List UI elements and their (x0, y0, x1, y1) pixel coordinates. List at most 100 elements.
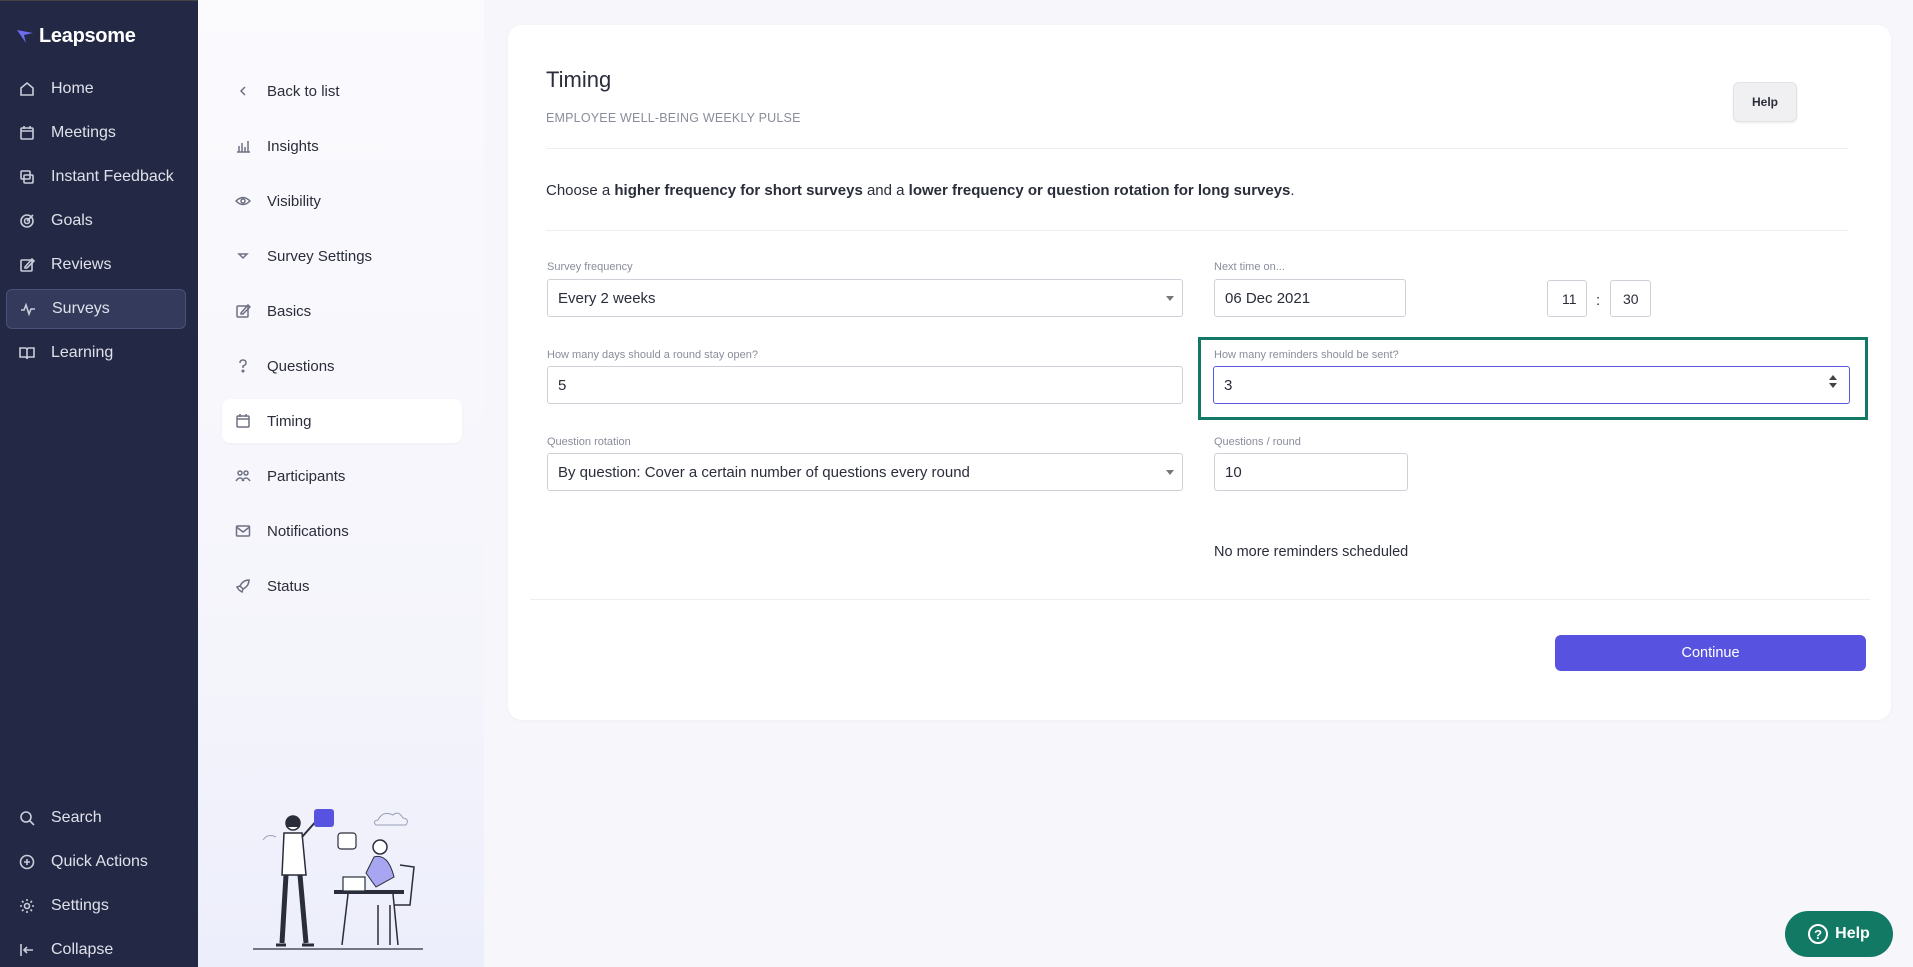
nav-item-label: Goals (51, 212, 93, 229)
nav-item-label: Meetings (51, 124, 116, 141)
next-date-input[interactable]: 06 Dec 2021 (1214, 279, 1406, 317)
minute-input[interactable]: 30 (1610, 280, 1651, 317)
hour-value: 11 (1562, 290, 1577, 307)
nav-item-label: Reviews (51, 256, 112, 273)
divider (530, 599, 1870, 600)
rocket-icon (234, 577, 252, 595)
survey-frequency-label: Survey frequency (547, 261, 633, 273)
people-illustration (253, 809, 423, 950)
submenu-item-survey-settings[interactable]: Survey Settings (222, 234, 462, 278)
nav-item-settings[interactable]: Settings (6, 886, 186, 926)
focus-highlight-box (1198, 337, 1868, 420)
divider (546, 148, 1848, 149)
submenu-item-timing[interactable]: Timing (222, 399, 462, 443)
submenu-item-participants[interactable]: Participants (222, 454, 462, 498)
survey-frequency-value: Every 2 weeks (558, 289, 656, 307)
brand-name: Leapsome (39, 25, 136, 47)
submenu-item-label: Visibility (267, 192, 321, 210)
days-open-input[interactable]: 5 (547, 366, 1183, 404)
help-button[interactable]: Help (1733, 82, 1797, 122)
question-icon (234, 357, 252, 375)
edit-icon (18, 256, 36, 274)
calendar-icon (234, 412, 252, 430)
chevron-left-icon (234, 82, 252, 100)
submenu-item-basics[interactable]: Basics (222, 289, 462, 333)
calendar-icon (18, 124, 36, 142)
survey-frequency-select[interactable]: Every 2 weeks (547, 279, 1183, 317)
search-icon (18, 809, 36, 827)
nav-item-label: Learning (51, 344, 114, 361)
submenu-item-label: Survey Settings (267, 247, 373, 265)
nav-item-label: Surveys (52, 300, 110, 317)
survey-submenu: Back to list Insights Visibility Survey … (198, 0, 484, 967)
hour-input[interactable]: 11 (1547, 280, 1587, 317)
users-icon (234, 467, 252, 485)
edit-icon (234, 302, 252, 320)
chevron-down-icon (1166, 470, 1174, 475)
intro-text-part: and a (862, 182, 909, 199)
nav-item-label: Collapse (51, 941, 114, 958)
submenu-item-label: Participants (267, 467, 346, 485)
nav-item-home[interactable]: Home (6, 69, 186, 109)
survey-name: EMPLOYEE WELL-BEING WEEKLY PULSE (546, 111, 801, 125)
reminders-status-note: No more reminders scheduled (1214, 544, 1409, 560)
nav-item-instant-feedback[interactable]: Instant Feedback (6, 157, 186, 197)
nav-item-meetings[interactable]: Meetings (6, 113, 186, 153)
question-circle-icon: ? (1808, 924, 1829, 944)
next-time-label: Next time on... (1214, 261, 1285, 273)
question-rotation-select[interactable]: By question: Cover a certain number of q… (547, 453, 1183, 491)
nav-item-goals[interactable]: Goals (6, 201, 186, 241)
intro-emphasis: higher frequency for short surveys (614, 182, 863, 199)
pulse-icon (19, 300, 37, 318)
nav-item-label: Home (51, 80, 94, 97)
question-rotation-value: By question: Cover a certain number of q… (558, 463, 970, 481)
chart-icon (234, 137, 252, 155)
book-icon (18, 344, 36, 362)
submenu-item-label: Questions (267, 357, 335, 375)
leapsome-logo-icon (17, 29, 33, 43)
submenu-item-label: Notifications (267, 522, 349, 540)
feedback-icon (18, 168, 36, 186)
chevron-down-icon (1166, 296, 1174, 301)
continue-button[interactable]: Continue (1555, 635, 1866, 671)
home-icon (18, 80, 36, 98)
next-date-value: 06 Dec 2021 (1225, 289, 1311, 307)
nav-item-label: Quick Actions (51, 853, 148, 870)
nav-item-reviews[interactable]: Reviews (6, 245, 186, 285)
nav-item-learning[interactable]: Learning (6, 333, 186, 373)
nav-item-label: Instant Feedback (51, 168, 174, 185)
submenu-item-label: Insights (267, 137, 319, 155)
submenu-item-questions[interactable]: Questions (222, 344, 462, 388)
plus-circle-icon (18, 853, 36, 871)
nav-item-collapse[interactable]: Collapse (6, 930, 186, 967)
eye-icon (234, 192, 252, 210)
nav-item-quick-actions[interactable]: Quick Actions (6, 842, 186, 882)
days-open-label: How many days should a round stay open? (547, 349, 758, 361)
help-fab-button[interactable]: ? Help (1785, 911, 1893, 957)
questions-per-round-input[interactable]: 10 (1214, 453, 1408, 491)
time-separator: : (1596, 292, 1601, 309)
submenu-item-insights[interactable]: Insights (222, 124, 462, 168)
divider (546, 230, 1848, 231)
submenu-item-back[interactable]: Back to list (222, 69, 462, 113)
question-rotation-label: Question rotation (547, 436, 631, 448)
intro-text-part: Choose a (546, 182, 615, 199)
brand-logo[interactable]: Leapsome (15, 25, 136, 48)
submenu-item-label: Timing (267, 412, 312, 430)
submenu-item-status[interactable]: Status (222, 564, 462, 608)
minute-value: 30 (1623, 290, 1639, 307)
nav-item-search[interactable]: Search (6, 798, 186, 838)
nav-item-surveys[interactable]: Surveys (6, 289, 186, 329)
main-nav: Leapsome Home Meetings Instant Feedback … (0, 0, 198, 967)
days-open-value: 5 (558, 376, 567, 394)
chevron-down-icon (234, 247, 252, 265)
submenu-item-label: Status (267, 577, 310, 595)
intro-emphasis: lower frequency or question rotation for… (908, 182, 1291, 199)
help-fab-label: Help (1835, 925, 1870, 942)
intro-text-part: . (1290, 182, 1295, 199)
submenu-item-notifications[interactable]: Notifications (222, 509, 462, 553)
nav-item-label: Search (51, 809, 102, 826)
collapse-icon (18, 941, 36, 959)
intro-text: Choose a higher frequency for short surv… (546, 182, 1295, 199)
submenu-item-visibility[interactable]: Visibility (222, 179, 462, 223)
